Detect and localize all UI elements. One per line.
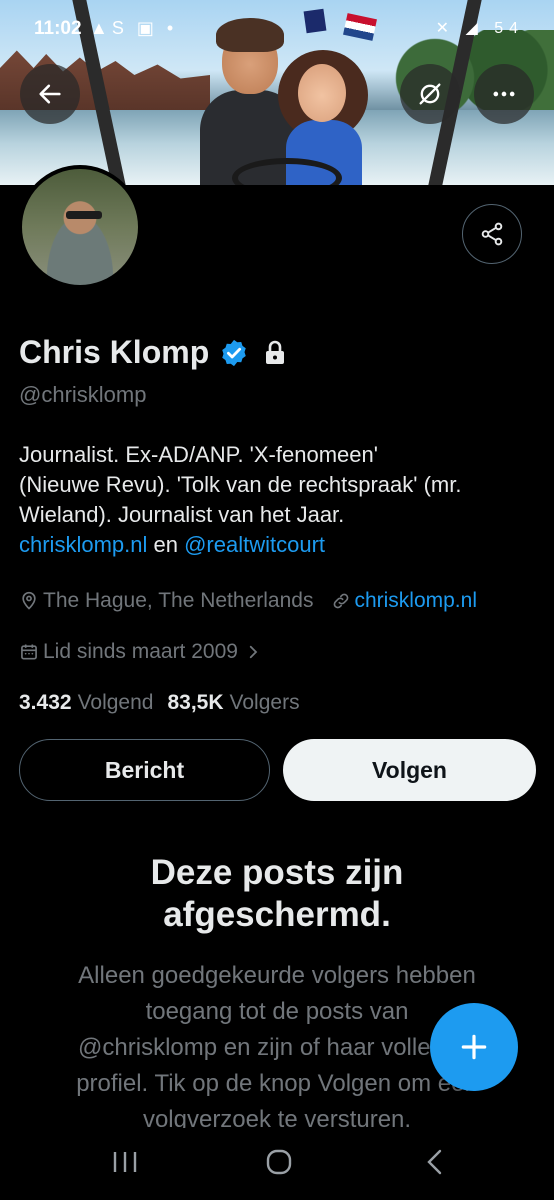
protected-body-line: Alleen goedgekeurde volgers hebben [78, 962, 476, 989]
followers-count: 83,5K [167, 691, 224, 714]
profile-location: The Hague, The Netherlands [19, 589, 313, 613]
follow-button[interactable]: Volgen [283, 739, 536, 801]
followers-stat[interactable]: 83,5K Volgers [167, 691, 299, 715]
link-icon [334, 593, 349, 609]
calendar-icon [21, 644, 37, 660]
joined-text: Lid sinds maart 2009 [43, 640, 238, 663]
chevron-right-icon [249, 645, 258, 659]
bio-line: Journalist. Ex-AD/ANP. 'X-fenomeen' [19, 442, 378, 467]
bio-line: (Nieuwe Revu). 'Tolk van de rechtspraak'… [19, 472, 462, 497]
profile-stats: 3.432 Volgend 83,5K Volgers [19, 691, 314, 715]
protected-title-line: afgeschermd. [163, 895, 391, 934]
following-label: Volgend [77, 691, 154, 714]
protected-posts-title: Deze posts zijn afgeschermd. [0, 852, 554, 936]
profile-name-row: Chris Klomp [19, 334, 287, 371]
bio-connector-text: en [147, 532, 185, 557]
home-button[interactable] [264, 1148, 294, 1176]
profile-bio: Journalist. Ex-AD/ANP. 'X-fenomeen' (Nie… [19, 440, 539, 560]
arrow-left-icon [39, 84, 61, 104]
plus-icon [461, 1034, 487, 1060]
avatar-sunglasses [66, 211, 102, 219]
profile-meta-location-row: The Hague, The Netherlands chrisklomp.nl [19, 586, 539, 616]
avatar[interactable] [18, 165, 142, 289]
profile-handle: @chrisklomp [19, 382, 147, 407]
profile-name: Chris Klomp [19, 334, 210, 370]
chevron-left-icon [427, 1149, 442, 1175]
location-text: The Hague, The Netherlands [43, 589, 314, 612]
system-back-button[interactable] [422, 1148, 448, 1176]
share-button[interactable] [462, 204, 522, 264]
profile-website[interactable]: chrisklomp.nl [331, 589, 477, 613]
status-time: 11:02 [34, 18, 82, 39]
following-count: 3.432 [19, 691, 72, 714]
following-stat[interactable]: 3.432 Volgend [19, 691, 153, 715]
status-bar: 11:02 ▲S ▣ • ✕ ◢ 54 [0, 0, 554, 40]
profile-joined[interactable]: Lid sinds maart 2009 [19, 637, 262, 667]
website-text[interactable]: chrisklomp.nl [354, 589, 477, 613]
back-button[interactable] [20, 64, 80, 124]
status-notification-icons: ▲S ▣ • [90, 18, 178, 38]
verified-badge-icon[interactable] [219, 338, 249, 368]
share-icon [481, 222, 503, 246]
notifications-off-button[interactable] [400, 64, 460, 124]
bio-links-line: chrisklomp.nl en @realtwitcourt [19, 530, 539, 560]
location-pin-icon [22, 591, 36, 610]
bell-off-icon [419, 83, 441, 105]
bio-line: Wieland). Journalist van het Jaar. [19, 502, 345, 527]
bio-link-mention[interactable]: @realtwitcourt [184, 532, 325, 557]
followers-label: Volgers [229, 691, 300, 714]
protected-title-line: Deze posts zijn [150, 853, 404, 892]
status-system-icons: ✕ ◢ 54 [435, 20, 524, 37]
recent-apps-button[interactable] [110, 1148, 140, 1176]
message-button[interactable]: Bericht [19, 739, 270, 801]
system-navigation-bar [0, 1128, 554, 1200]
compose-button[interactable] [430, 1003, 518, 1091]
more-options-button[interactable] [474, 64, 534, 124]
recent-apps-icon [113, 1152, 137, 1172]
home-icon [266, 1149, 292, 1175]
lock-icon [266, 340, 285, 364]
bio-link-website[interactable]: chrisklomp.nl [19, 532, 147, 557]
ellipsis-icon [493, 91, 515, 97]
